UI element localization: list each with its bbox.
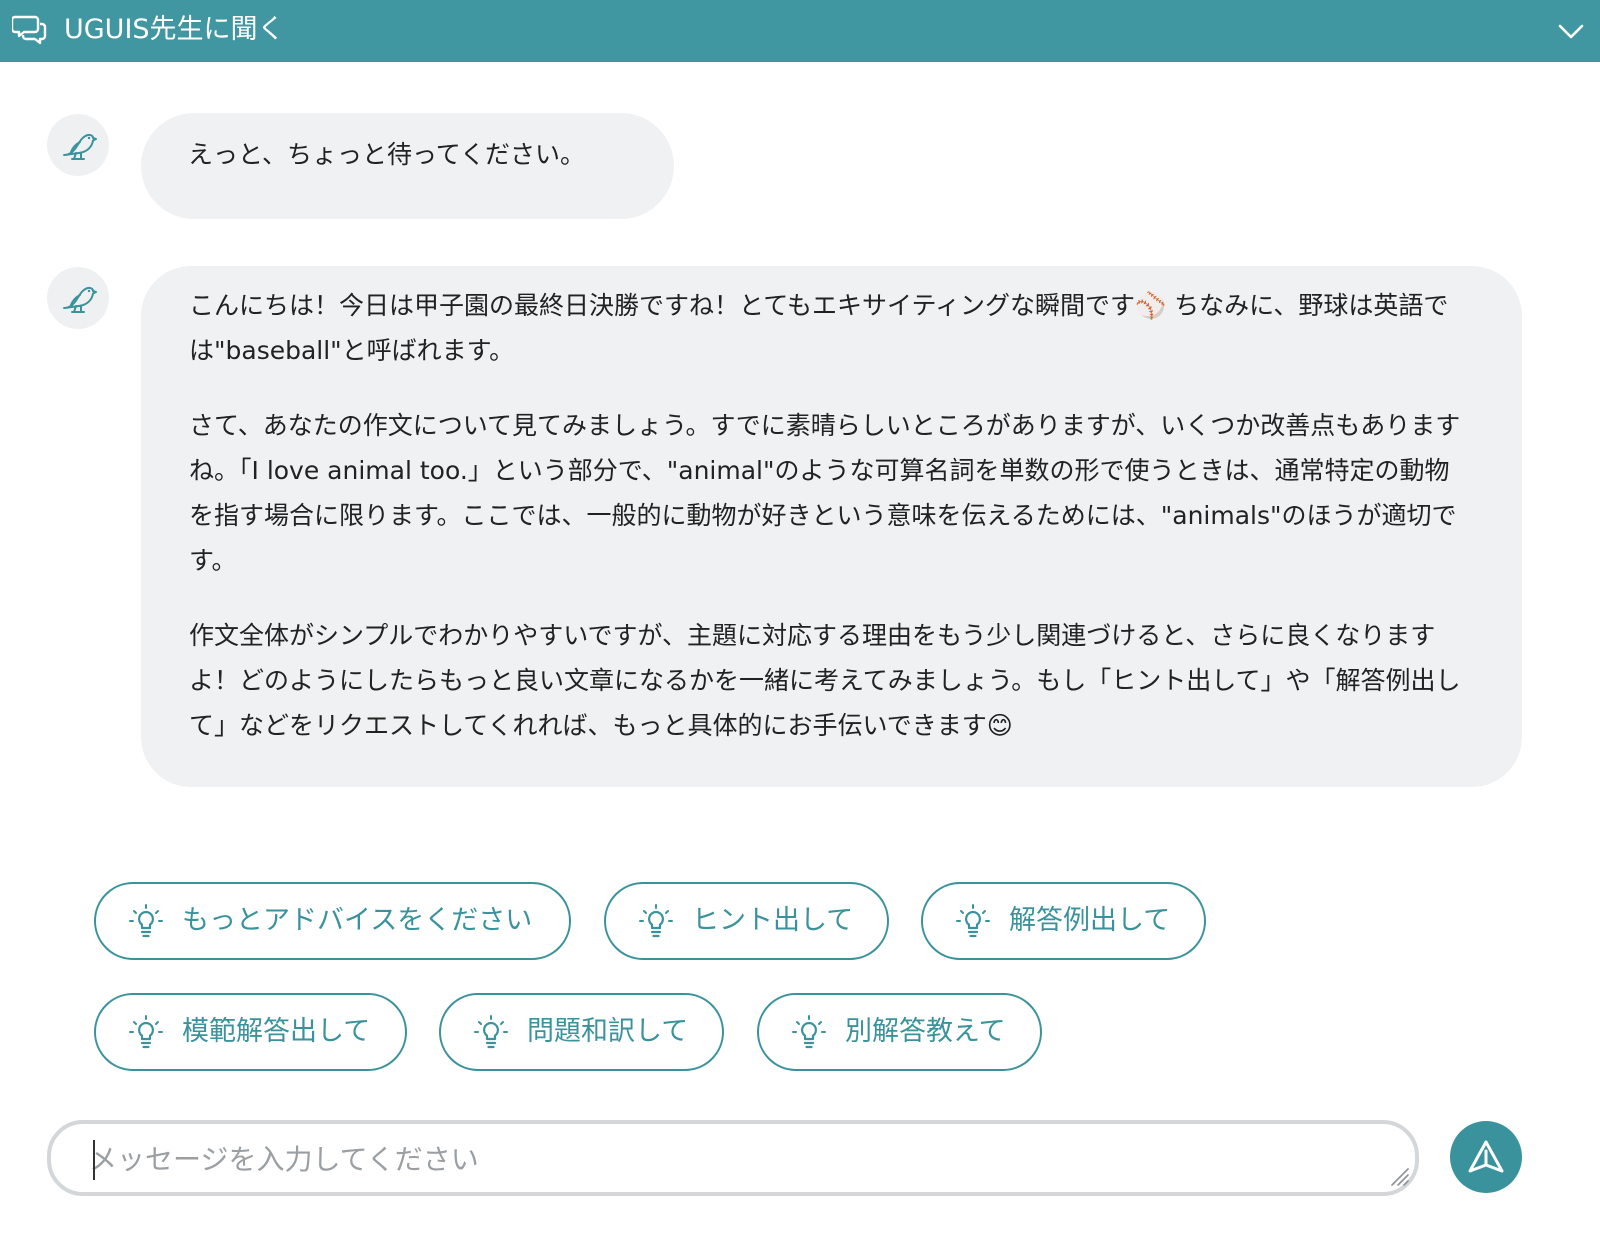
- suggestion-label: 模範解答出して: [182, 1016, 371, 1047]
- suggestion-label: 問題和訳して: [527, 1016, 689, 1047]
- suggestion-more-advice-button[interactable]: もっとアドバイスをください: [94, 882, 571, 960]
- suggestion-model-answer-button[interactable]: 模範解答出して: [94, 993, 407, 1071]
- suggestion-translate-button[interactable]: 問題和訳して: [439, 993, 724, 1071]
- lightbulb-icon: [792, 1015, 826, 1049]
- lightbulb-icon: [129, 1015, 163, 1049]
- bird-icon: [63, 133, 97, 160]
- message-input[interactable]: [89, 1138, 1379, 1182]
- lightbulb-icon: [474, 1015, 508, 1049]
- send-button[interactable]: [1450, 1121, 1522, 1193]
- suggestion-label: 別解答教えて: [845, 1016, 1006, 1047]
- chevron-down-icon[interactable]: [1556, 16, 1586, 46]
- bird-icon: [63, 286, 97, 313]
- suggestion-example-answer-button[interactable]: 解答例出して: [921, 882, 1206, 960]
- message-paragraph: 作文全体がシンプルでわかりやすいですが、主題に対応する理由をもう少し関連づけると…: [189, 621, 1461, 740]
- header-title: UGUIS先生に聞く: [64, 14, 285, 45]
- assistant-avatar: [47, 114, 109, 176]
- suggestion-label: 解答例出して: [1009, 905, 1171, 936]
- message-composer: [47, 1120, 1419, 1196]
- message-paragraph: えっと、ちょっと待ってください。: [188, 140, 586, 169]
- message-paragraph: さて、あなたの作文について見てみましょう。すでに素晴らしいところがありますが、い…: [189, 411, 1461, 575]
- lightbulb-icon: [956, 904, 990, 938]
- assistant-avatar: [47, 267, 109, 329]
- suggestion-hint-button[interactable]: ヒント出して: [604, 882, 889, 960]
- send-icon: [1468, 1140, 1504, 1173]
- lightbulb-icon: [129, 904, 163, 938]
- text-caret: [93, 1140, 95, 1180]
- resize-handle-icon[interactable]: [1386, 1163, 1410, 1187]
- assistant-message: こんにちは！今日は甲子園の最終日決勝ですね！とてもエキサイティングな瞬間です⚾ …: [141, 266, 1522, 787]
- chat-header: UGUIS先生に聞く: [0, 0, 1600, 62]
- suggestion-alternate-answer-button[interactable]: 別解答教えて: [757, 993, 1042, 1071]
- suggestion-label: ヒント出して: [692, 905, 854, 936]
- lightbulb-icon: [639, 904, 673, 938]
- chat-bubbles-icon: [12, 15, 47, 45]
- assistant-message: えっと、ちょっと待ってください。: [141, 113, 674, 219]
- message-paragraph: こんにちは！今日は甲子園の最終日決勝ですね！とてもエキサイティングな瞬間です⚾ …: [189, 291, 1449, 365]
- suggestion-label: もっとアドバイスをください: [182, 905, 533, 936]
